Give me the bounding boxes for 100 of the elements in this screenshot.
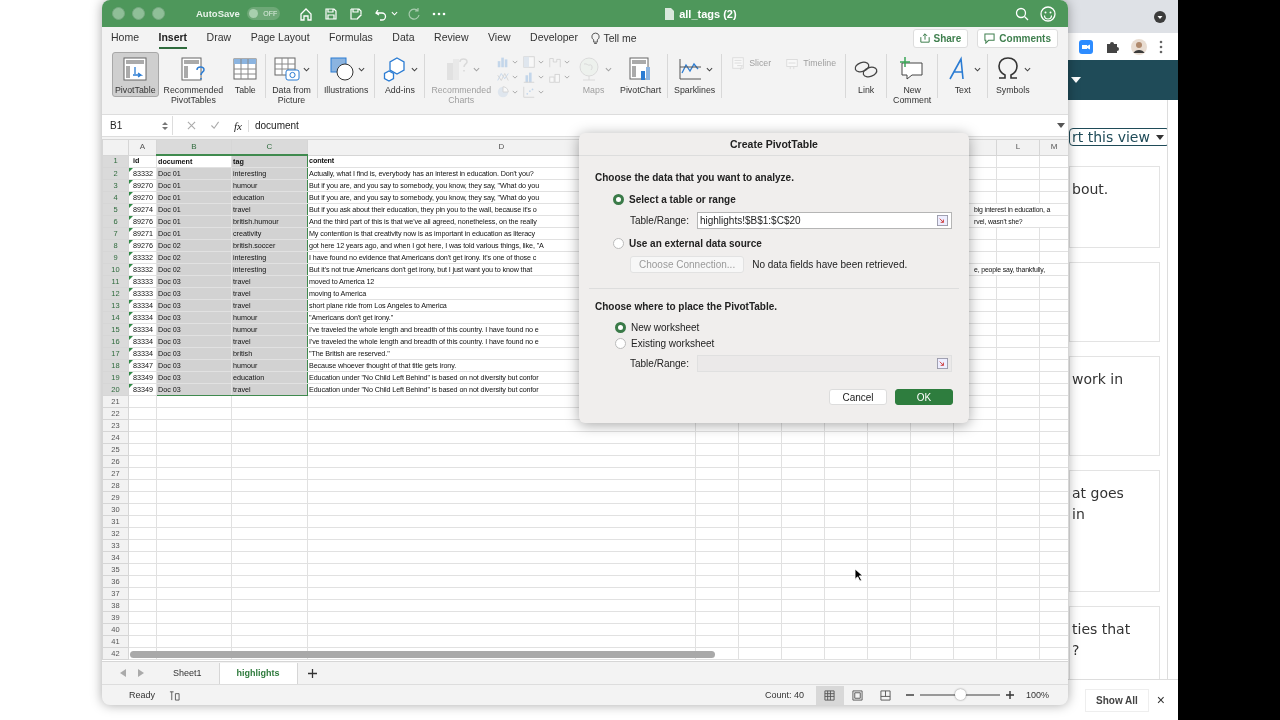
- field-label: Table/Range:: [630, 215, 689, 226]
- ribbon-tab[interactable]: Home: [111, 27, 139, 49]
- sheet-tab[interactable]: Sheet1: [156, 662, 220, 684]
- close-button[interactable]: ×: [1156, 692, 1166, 708]
- ribbon-button[interactable]: Recommended PivotTables: [160, 52, 227, 107]
- export-dropdown[interactable]: rt this view: [1069, 128, 1167, 146]
- video-camera-icon[interactable]: [1079, 39, 1093, 54]
- range-picker-icon[interactable]: [936, 215, 948, 226]
- share-button[interactable]: Share: [912, 28, 969, 48]
- function-button[interactable]: fx: [234, 119, 249, 132]
- minus-icon[interactable]: [905, 694, 914, 696]
- radio-button[interactable]: [613, 237, 624, 249]
- ribbon-tab[interactable]: Data: [392, 27, 415, 49]
- caret-icon: [706, 66, 714, 72]
- ribbon-button[interactable]: PivotTable: [112, 52, 159, 97]
- caret-icon: [1024, 66, 1032, 72]
- ribbon-button[interactable]: PivotChart: [617, 52, 665, 97]
- puzzle-icon[interactable]: [1105, 39, 1119, 54]
- radio-option[interactable]: Select a table or range: [595, 190, 953, 208]
- redo-icon[interactable]: [406, 6, 421, 21]
- error-indicator-icon: [129, 336, 133, 340]
- status-text: Ready: [129, 690, 155, 700]
- ribbon-button[interactable]: Text: [941, 52, 985, 97]
- ribbon-tab[interactable]: Formulas: [329, 27, 373, 49]
- formula-input[interactable]: document: [254, 120, 1057, 131]
- column-header[interactable]: A: [128, 139, 157, 155]
- checkmark-icon[interactable]: [210, 121, 220, 130]
- cancel-button[interactable]: Cancel: [829, 389, 887, 405]
- radio-option[interactable]: Use an external data source: [595, 234, 953, 252]
- error-indicator-icon: [129, 300, 133, 304]
- option-label: Select a table or range: [629, 193, 736, 205]
- ribbon-tab[interactable]: Review: [434, 27, 469, 49]
- error-indicator-icon: [129, 252, 133, 256]
- ribbon-tab[interactable]: Insert: [158, 27, 188, 49]
- error-indicator-icon: [129, 264, 133, 268]
- comment-icon: [984, 32, 996, 44]
- caret-icon: [303, 66, 311, 72]
- radio-button[interactable]: [613, 193, 624, 205]
- close-window-button[interactable]: [112, 7, 125, 20]
- tell-me-search[interactable]: Tell me: [603, 32, 637, 44]
- radio-button[interactable]: [615, 337, 626, 349]
- zoom-window-button[interactable]: [152, 7, 165, 20]
- caret-icon: [411, 66, 419, 72]
- ribbon-button[interactable]: Link: [849, 52, 884, 97]
- field-label: Table/Range:: [630, 358, 689, 369]
- tab-search-icon[interactable]: [1154, 10, 1166, 23]
- ribbon-button[interactable]: Add-ins: [378, 52, 422, 97]
- smiley-icon[interactable]: [1040, 5, 1056, 22]
- avatar-icon[interactable]: [1131, 38, 1147, 55]
- next-sheet-icon[interactable]: [138, 669, 144, 677]
- error-indicator-icon: [129, 216, 133, 220]
- name-box[interactable]: B1: [102, 116, 173, 135]
- sheet-tab[interactable]: highlights: [219, 662, 298, 684]
- minimize-window-button[interactable]: [132, 7, 145, 20]
- ribbon-button[interactable]: New Comment: [890, 52, 935, 107]
- error-indicator-icon: [129, 312, 133, 316]
- card-text: at goes: [1072, 484, 1125, 503]
- ribbon-tab[interactable]: Page Layout: [250, 27, 310, 49]
- more-icon[interactable]: [431, 11, 446, 16]
- caret-icon[interactable]: [1071, 77, 1081, 83]
- plus-icon[interactable]: [307, 668, 317, 678]
- ok-button[interactable]: OK: [895, 389, 953, 405]
- autosave-label: AutoSave: [196, 8, 240, 19]
- search-icon[interactable]: [1015, 6, 1029, 21]
- radio-option[interactable]: Existing worksheet: [595, 335, 953, 351]
- error-indicator-icon: [129, 384, 133, 388]
- stepper-icon: [162, 120, 168, 131]
- ribbon-tab[interactable]: View: [488, 27, 511, 49]
- column-header[interactable]: M: [1039, 139, 1068, 155]
- ribbon-button[interactable]: Illustrations: [320, 52, 372, 97]
- treemap-icon: [522, 54, 537, 69]
- ribbon-button[interactable]: Sparklines: [671, 52, 719, 97]
- radio-button[interactable]: [615, 321, 626, 333]
- shapes-icon: [327, 55, 356, 83]
- zoom-slider-thumb[interactable]: [954, 689, 966, 700]
- plus-icon[interactable]: [1005, 691, 1014, 699]
- previous-sheet-icon[interactable]: [120, 669, 126, 677]
- ribbon-tab[interactable]: Draw: [206, 27, 232, 49]
- column-header[interactable]: L: [996, 139, 1040, 155]
- save-edit-icon[interactable]: [348, 6, 363, 21]
- home-icon[interactable]: [298, 6, 313, 21]
- close-icon[interactable]: [187, 121, 196, 130]
- column-header[interactable]: B: [156, 139, 232, 155]
- caret-icon[interactable]: [1057, 123, 1065, 128]
- radio-option[interactable]: New worksheet: [595, 319, 953, 335]
- ribbon-button[interactable]: Data from Picture: [269, 52, 314, 107]
- show-all-button[interactable]: Show All: [1085, 688, 1149, 712]
- ribbon-button[interactable]: Table: [228, 52, 263, 97]
- ribbon-tab[interactable]: Developer: [530, 27, 578, 49]
- ribbon-button[interactable]: Symbols: [991, 52, 1035, 97]
- save-icon[interactable]: [323, 6, 338, 21]
- caret-icon: [538, 59, 545, 64]
- column-header[interactable]: C: [231, 139, 308, 155]
- document-icon: [664, 7, 675, 20]
- scrollbar[interactable]: [130, 651, 715, 658]
- view-button[interactable]: [815, 685, 844, 705]
- comments-button[interactable]: Comments: [977, 28, 1058, 48]
- caret-icon: [357, 66, 365, 72]
- range-field[interactable]: highlights!$B$1:$C$20: [696, 212, 952, 229]
- more-icon[interactable]: [1159, 39, 1163, 54]
